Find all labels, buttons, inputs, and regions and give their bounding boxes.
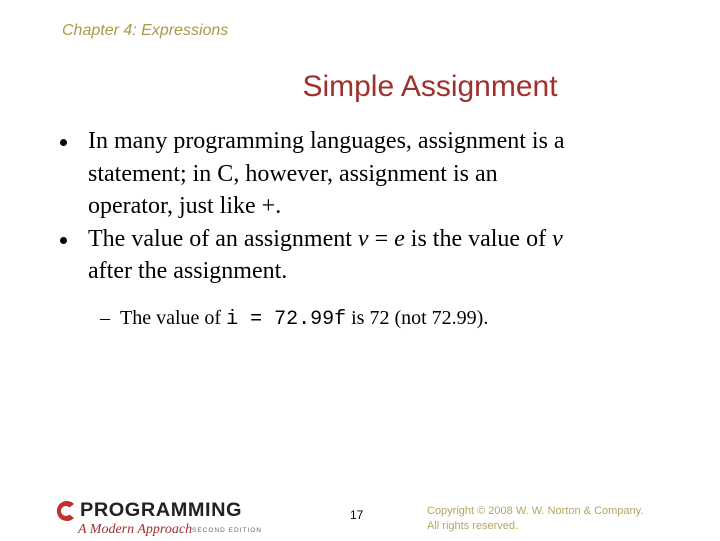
- copyright-line: Copyright © 2008 W. W. Norton & Company.: [427, 505, 644, 517]
- sub-bullet-item: – The value of i = 72.99f is 72 (not 72.9…: [100, 305, 488, 333]
- bullet-line: The value of an assignment v = e is the …: [88, 223, 698, 256]
- c-letter-icon: [56, 501, 74, 521]
- copyright-line: All rights reserved.: [427, 520, 519, 532]
- chapter-heading: Chapter 4: Expressions: [62, 22, 229, 39]
- variable-v: v: [552, 225, 563, 252]
- logo-edition: SECOND EDITION: [192, 527, 262, 534]
- code-snippet: i = 72.99f: [226, 308, 347, 331]
- text-run: The value of: [120, 307, 227, 329]
- page-number: 17: [350, 508, 364, 522]
- book-logo: PROGRAMMING A Modern Approach SECOND EDI…: [54, 499, 269, 541]
- bullet-item: The value of an assignment v = e is the …: [58, 223, 698, 288]
- slide-title: Simple Assignment: [0, 70, 720, 104]
- slide-title-text: Simple Assignment: [302, 70, 558, 103]
- logo-subtitle: A Modern Approach: [78, 522, 193, 537]
- text-run: is 72 (not 72.99).: [346, 307, 489, 329]
- copyright-notice: Copyright © 2008 W. W. Norton & Company.…: [427, 504, 643, 534]
- bullet-line: In many programming languages, assignmen…: [88, 128, 565, 154]
- text-run: is the value of: [404, 225, 553, 252]
- variable-e: e: [394, 225, 405, 252]
- bullet-item: In many programming languages, assignmen…: [58, 125, 698, 223]
- logo-wordmark: PROGRAMMING: [80, 500, 243, 521]
- equals-sign: =: [368, 225, 395, 252]
- bullet-line: operator, just like +.: [88, 193, 282, 219]
- bullet-list: In many programming languages, assignmen…: [58, 125, 698, 288]
- text-run: The value of an assignment: [88, 225, 358, 252]
- dash-icon: –: [100, 307, 110, 329]
- variable-v: v: [357, 225, 369, 252]
- bullet-line: statement; in C, however, assignment is …: [88, 160, 498, 187]
- bullet-line: after the assignment.: [88, 258, 288, 284]
